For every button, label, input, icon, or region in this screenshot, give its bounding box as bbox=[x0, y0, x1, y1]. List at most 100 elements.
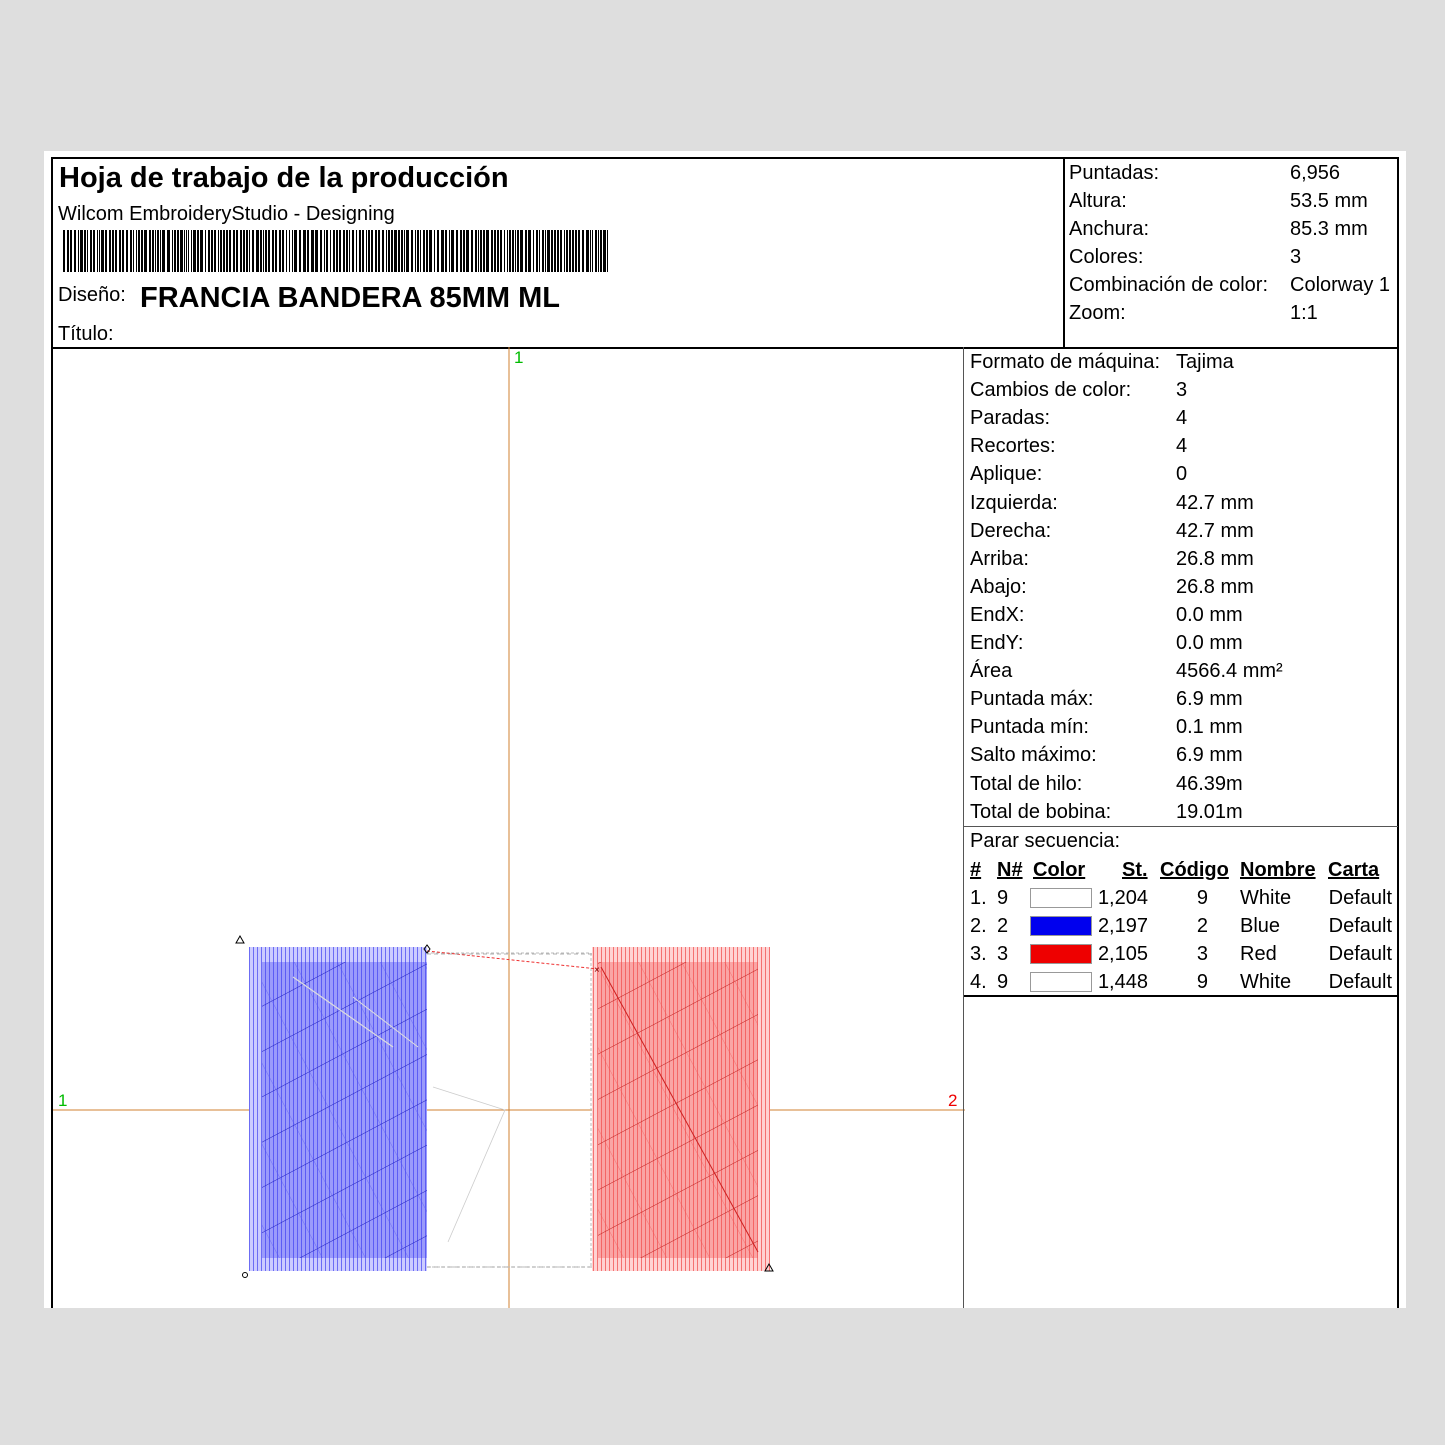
sequence-needle: 2 bbox=[997, 915, 1009, 937]
stat-value: 0.1 mm bbox=[1176, 716, 1243, 739]
red-stripe bbox=[592, 947, 770, 1271]
stat-row: EndY: 0.0 mm bbox=[970, 629, 1243, 657]
sequence-index: 3. bbox=[970, 943, 987, 965]
stat-label: Abajo: bbox=[970, 575, 1027, 598]
stat-value: 26.8 mm bbox=[1176, 575, 1254, 598]
stat-row: Total de hilo: 46.39m bbox=[970, 770, 1243, 798]
column-header-name: Nombre bbox=[1240, 859, 1316, 881]
stat-value: 6.9 mm bbox=[1176, 744, 1243, 767]
stat-row: Derecha: 42.7 mm bbox=[970, 517, 1254, 545]
stat-value: 4 bbox=[1176, 435, 1188, 458]
stat-row: Izquierda: 42.7 mm bbox=[970, 489, 1254, 517]
color-swatch bbox=[1030, 972, 1092, 992]
stat-row: Salto máximo: 6.9 mm bbox=[970, 741, 1243, 769]
title-label: Título: bbox=[58, 323, 114, 345]
column-header-stitches: St. bbox=[1122, 859, 1148, 881]
stat-row: Formato de máquina: Tajima bbox=[970, 348, 1234, 376]
stat-row: Paradas: 4 bbox=[970, 404, 1187, 432]
blue-stripe bbox=[249, 947, 427, 1271]
sequence-stitches: 2,197 bbox=[1097, 915, 1148, 937]
stat-row: Puntada máx: 6.9 mm bbox=[970, 685, 1243, 713]
axis-label-left: 1 bbox=[58, 1091, 67, 1110]
stat-row: Abajo: 26.8 mm bbox=[970, 573, 1254, 601]
sequence-chart: Default bbox=[1328, 887, 1392, 909]
design-preview: 1 1 2 × bbox=[51, 347, 965, 1308]
summary-label: Anchura: bbox=[1069, 218, 1150, 240]
summary-label: Colores: bbox=[1069, 246, 1144, 268]
stat-label: Paradas: bbox=[970, 407, 1051, 430]
summary-value: 6,956 bbox=[1290, 162, 1341, 184]
stat-value: 3 bbox=[1176, 379, 1188, 402]
sequence-color-name: Blue bbox=[1240, 915, 1281, 937]
stat-row: Puntada mín: 0.1 mm bbox=[970, 713, 1243, 741]
summary-label: Altura: bbox=[1069, 190, 1127, 212]
sequence-code: 9 bbox=[1196, 971, 1208, 993]
start-marker bbox=[235, 934, 245, 944]
stat-value: 0 bbox=[1176, 463, 1188, 486]
stat-value: 26.8 mm bbox=[1176, 547, 1254, 570]
sequence-chart: Default bbox=[1328, 915, 1392, 937]
summary-value: Colorway 1 bbox=[1290, 274, 1391, 296]
sequence-code: 2 bbox=[1196, 915, 1208, 937]
sequence-color-name: White bbox=[1240, 971, 1292, 993]
stop-sequence: Parar secuencia: # N# Color St. Código N… bbox=[964, 827, 1398, 997]
stat-row: EndX: 0.0 mm bbox=[970, 601, 1243, 629]
stat-label: Recortes: bbox=[970, 435, 1056, 458]
sequence-stitches: 2,105 bbox=[1097, 943, 1148, 965]
sequence-index: 2. bbox=[970, 915, 987, 937]
summary-value: 85.3 mm bbox=[1290, 218, 1368, 240]
stat-label: Formato de máquina: bbox=[970, 351, 1161, 373]
sequence-color-name: Red bbox=[1240, 943, 1277, 965]
column-header-code: Código bbox=[1160, 859, 1229, 881]
stat-label: EndY: bbox=[970, 632, 1024, 654]
stat-value: 4566.4 mm² bbox=[1176, 660, 1283, 683]
sequence-needle: 3 bbox=[997, 943, 1009, 965]
stats-list: Formato de máquina: Tajima Cambios de colo… bbox=[964, 347, 1398, 827]
details-panel: Formato de máquina: Tajima Cambios de colo… bbox=[963, 347, 1399, 1308]
summary-value: 1:1 bbox=[1290, 302, 1318, 324]
sequence-index: 4. bbox=[970, 971, 987, 993]
stat-value: 46.39m bbox=[1176, 772, 1243, 795]
stat-label: Aplique: bbox=[970, 463, 1043, 486]
stat-value: 6.9 mm bbox=[1176, 688, 1243, 711]
stat-label: Izquierda: bbox=[970, 491, 1058, 514]
summary-label: Puntadas: bbox=[1069, 162, 1160, 184]
sequence-color-name: White bbox=[1240, 887, 1292, 909]
stat-label: Total de bobina: bbox=[970, 800, 1112, 823]
stat-row: Arriba: 26.8 mm bbox=[970, 545, 1254, 573]
column-header-chart: Carta bbox=[1328, 859, 1380, 881]
sequence-needle: 9 bbox=[997, 887, 1009, 909]
sequence-label: Parar secuencia: bbox=[970, 830, 1121, 852]
stat-label: Derecha: bbox=[970, 519, 1052, 542]
column-header-color: Color bbox=[1033, 859, 1086, 881]
sequence-chart: Default bbox=[1328, 943, 1392, 965]
sequence-stitches: 1,204 bbox=[1097, 887, 1148, 909]
stat-label: Puntada mín: bbox=[970, 716, 1089, 739]
stat-value: 4 bbox=[1176, 407, 1188, 430]
color-swatch bbox=[1030, 888, 1092, 908]
stat-label: Arriba: bbox=[970, 547, 1029, 570]
stat-label: EndX: bbox=[970, 603, 1025, 626]
stat-value: 0.0 mm bbox=[1176, 603, 1243, 626]
summary-label: Zoom: bbox=[1069, 302, 1126, 324]
stat-value: 0.0 mm bbox=[1176, 632, 1243, 654]
stat-row: Recortes: 4 bbox=[970, 432, 1187, 460]
stat-value: 42.7 mm bbox=[1176, 491, 1254, 514]
summary-value: 3 bbox=[1290, 246, 1302, 268]
stat-value: 19.01m bbox=[1176, 800, 1243, 823]
barcode bbox=[63, 230, 608, 272]
stat-row: Área 4566.4 mm² bbox=[970, 657, 1283, 685]
stat-label: Total de hilo: bbox=[970, 772, 1083, 795]
stat-label: Cambios de color: bbox=[970, 379, 1132, 402]
stat-value: Tajima bbox=[1176, 351, 1234, 373]
header-panel: Hoja de trabajo de la producción Wilcom … bbox=[51, 157, 1065, 349]
design-label: Diseño: bbox=[58, 284, 126, 306]
stat-row: Total de bobina: 19.01m bbox=[970, 798, 1243, 826]
summary-label: Combinación de color: bbox=[1069, 274, 1268, 296]
sequence-code: 3 bbox=[1196, 943, 1208, 965]
sequence-stitches: 1,448 bbox=[1097, 971, 1148, 993]
color-swatch bbox=[1030, 944, 1092, 964]
stat-row: Cambios de color: 3 bbox=[970, 376, 1187, 404]
sequence-index: 1. bbox=[970, 887, 987, 909]
sequence-code: 9 bbox=[1196, 887, 1208, 909]
